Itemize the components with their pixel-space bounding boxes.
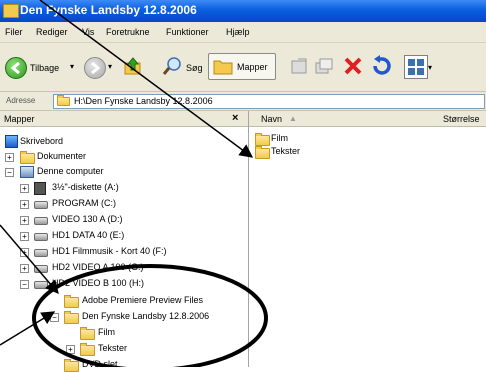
annotation-ellipse — [32, 264, 268, 367]
annotation-arrow — [0, 224, 59, 295]
annotation-arrow — [39, 0, 254, 158]
annotation-overlay — [0, 0, 268, 367]
